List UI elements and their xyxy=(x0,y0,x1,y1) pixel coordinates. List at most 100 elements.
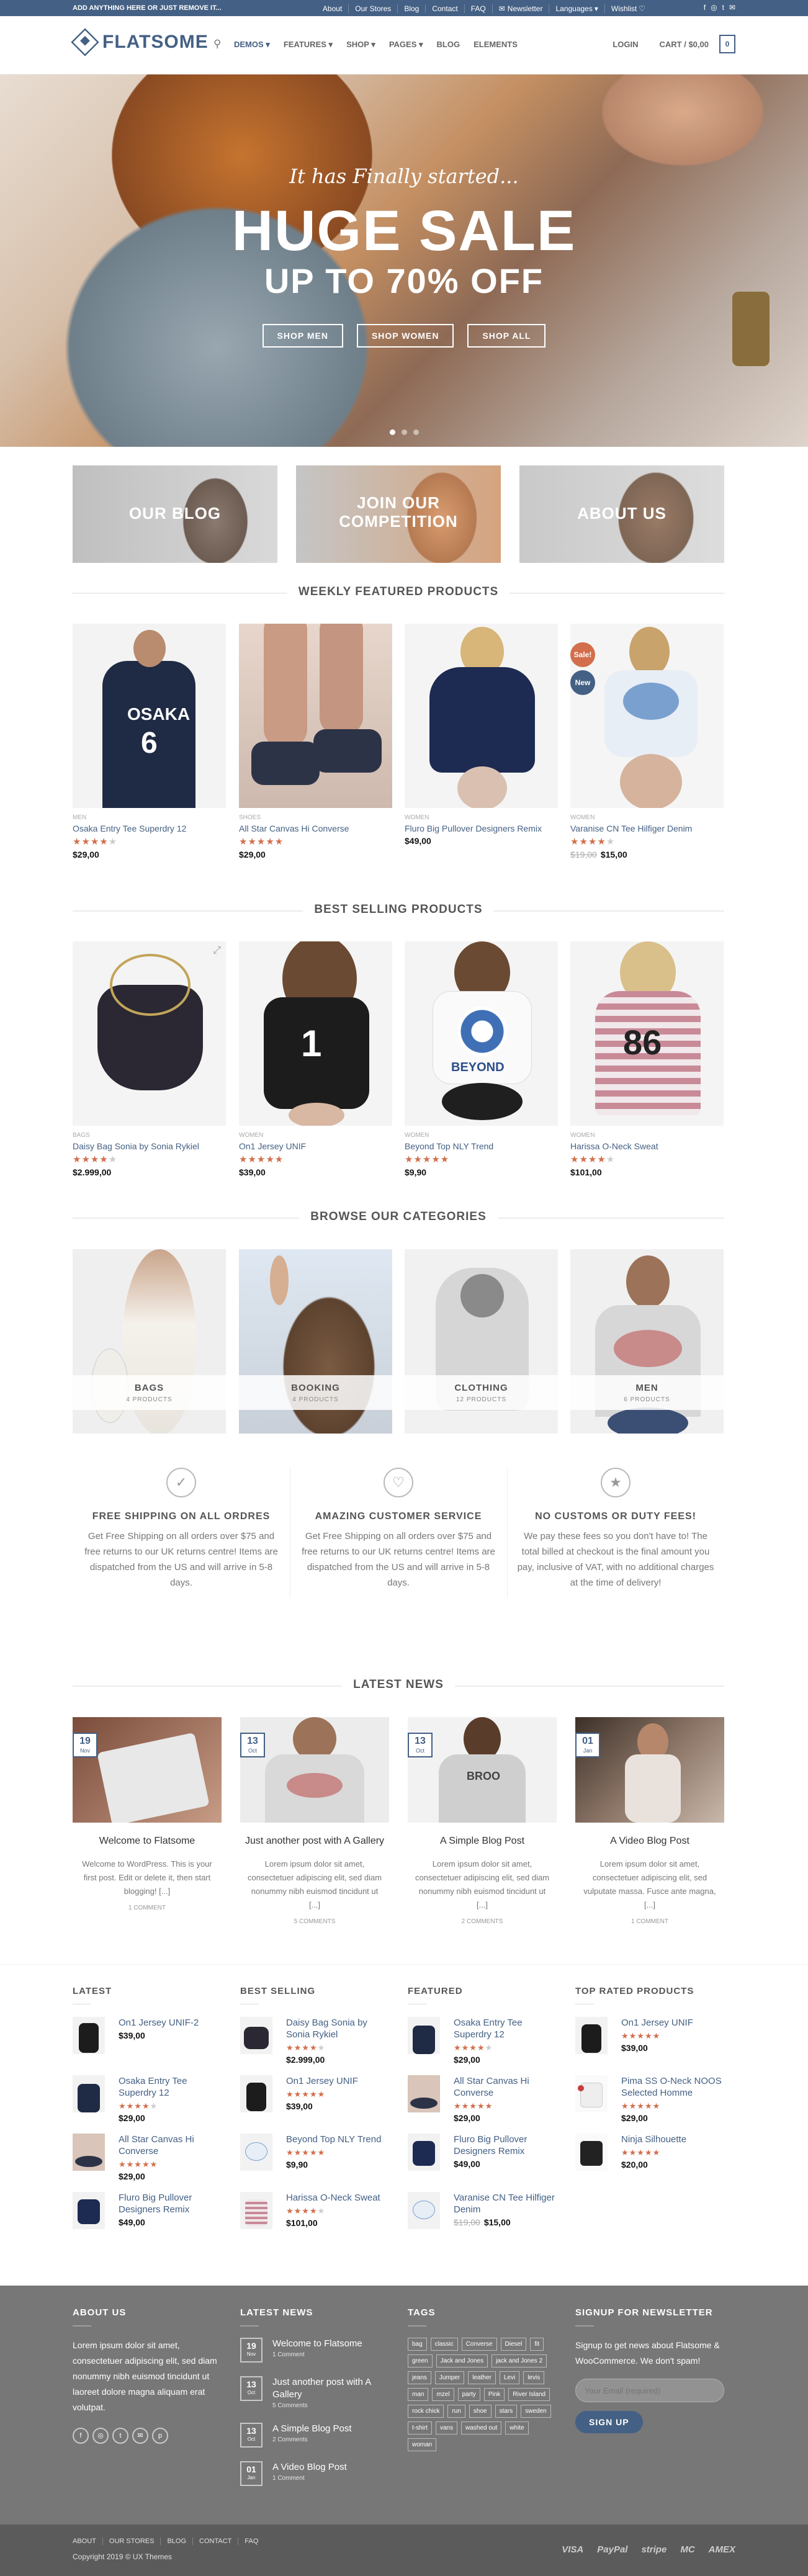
post-image[interactable]: BROO 13 Oct xyxy=(408,1717,557,1823)
facebook-icon[interactable]: f xyxy=(704,3,706,12)
widget-product[interactable]: Osaka Entry Tee Superdry 12 ★★★★★ $29,00 xyxy=(408,2017,557,2065)
product-name[interactable]: Osaka Entry Tee Superdry 12 xyxy=(73,824,226,833)
nav-features[interactable]: FEATURES ▾ xyxy=(284,40,333,50)
nav-elements[interactable]: ELEMENTS xyxy=(474,40,518,50)
product-name[interactable]: Osaka Entry Tee Superdry 12 xyxy=(454,2017,557,2040)
footer-nav-faq[interactable]: FAQ xyxy=(238,2538,264,2545)
shop-women-button[interactable]: SHOP WOMEN xyxy=(356,324,454,348)
banner-about[interactable]: ABOUT US xyxy=(519,465,724,563)
widget-product[interactable]: All Star Canvas Hi Converse ★★★★★ $29,00 xyxy=(408,2075,557,2123)
tag-link[interactable]: Pink xyxy=(483,2388,505,2401)
product-thumb[interactable] xyxy=(240,2075,272,2112)
post-comments[interactable]: 5 COMMENTS xyxy=(240,1918,389,1925)
shop-men-button[interactable]: SHOP MEN xyxy=(262,324,343,348)
product-name[interactable]: Daisy Bag Sonia by Sonia Rykiel xyxy=(73,1141,226,1151)
product-name[interactable]: Ninja Silhouette xyxy=(621,2134,686,2145)
post-title[interactable]: Welcome to Flatsome xyxy=(73,1834,222,1849)
product-thumb[interactable] xyxy=(73,2134,105,2171)
nav-demos[interactable]: DEMOS ▾ xyxy=(234,40,270,50)
post-image[interactable]: 19 Nov xyxy=(73,1717,222,1823)
top-nav-stores[interactable]: Our Stores xyxy=(348,4,397,13)
post-comments[interactable]: 2 COMMENTS xyxy=(408,1918,557,1925)
product-image[interactable]: 1 xyxy=(239,941,392,1126)
tag-link[interactable]: mzel xyxy=(432,2388,454,2401)
product-thumb[interactable] xyxy=(408,2017,440,2054)
product-thumb[interactable] xyxy=(575,2075,608,2112)
widget-product[interactable]: On1 Jersey UNIF ★★★★★ $39,00 xyxy=(240,2075,389,2121)
login-link[interactable]: LOGIN xyxy=(613,40,638,49)
tag-link[interactable]: shoe xyxy=(469,2405,492,2418)
banner-competition[interactable]: JOIN OUR COMPETITION xyxy=(296,465,501,563)
slider-dot[interactable] xyxy=(389,429,395,435)
product-name[interactable]: On1 Jersey UNIF xyxy=(239,1141,392,1151)
tag-link[interactable]: run xyxy=(447,2405,465,2418)
post-image[interactable]: 01 Jan xyxy=(575,1717,724,1823)
post-comments[interactable]: 1 COMMENT xyxy=(575,1918,724,1925)
tag-link[interactable]: washed out xyxy=(461,2421,502,2435)
widget-product[interactable]: Varanise CN Tee Hilfiger Denim $19,00 $15,… xyxy=(408,2192,557,2238)
product-thumb[interactable] xyxy=(240,2192,272,2229)
widget-product[interactable]: Fluro Big Pullover Designers Remix $49,00 xyxy=(408,2134,557,2179)
tag-link[interactable]: leather xyxy=(468,2371,496,2384)
widget-product[interactable]: On1 Jersey UNIF-2 $39,00 xyxy=(73,2017,222,2063)
product-name[interactable]: Harissa O-Neck Sweat xyxy=(570,1141,724,1151)
product-name[interactable]: Daisy Bag Sonia by Sonia Rykiel xyxy=(286,2017,389,2040)
product-thumb[interactable] xyxy=(240,2134,272,2171)
tag-link[interactable]: fit xyxy=(530,2338,544,2351)
product-name[interactable]: All Star Canvas Hi Converse xyxy=(119,2134,222,2157)
post-title[interactable]: Just another post with A Gallery xyxy=(240,1834,389,1849)
product-thumb[interactable] xyxy=(73,2075,105,2112)
product-name[interactable]: Varanise CN Tee Hilfiger Denim xyxy=(570,824,724,833)
product-image[interactable]: 86 xyxy=(570,941,724,1126)
twitter-icon[interactable]: t xyxy=(112,2428,128,2444)
product-thumb[interactable] xyxy=(240,2017,272,2054)
top-nav-wishlist[interactable]: Wishlist ♡ xyxy=(604,4,652,13)
product-thumb[interactable] xyxy=(408,2134,440,2171)
widget-product[interactable]: Osaka Entry Tee Superdry 12 ★★★★★ $29,00 xyxy=(73,2075,222,2123)
footer-news-item[interactable]: 13 Oct A Simple Blog Post 2 Comments xyxy=(240,2423,389,2448)
product-thumb[interactable] xyxy=(73,2192,105,2229)
product-name[interactable]: Harissa O-Neck Sweat xyxy=(286,2192,380,2204)
tag-link[interactable]: man xyxy=(408,2388,429,2401)
tag-link[interactable]: woman xyxy=(408,2438,437,2451)
tag-link[interactable]: rock chick xyxy=(408,2405,444,2418)
tag-link[interactable]: Diesel xyxy=(500,2338,527,2351)
footer-news-item[interactable]: 19 Nov Welcome to Flatsome 1 Comment xyxy=(240,2338,389,2363)
post-title[interactable]: Welcome to Flatsome xyxy=(272,2338,362,2350)
product-name[interactable]: All Star Canvas Hi Converse xyxy=(239,824,392,833)
tag-link[interactable]: jack and Jones 2 xyxy=(492,2354,547,2367)
email-field[interactable] xyxy=(575,2379,724,2402)
product-name[interactable]: Fluro Big Pullover Designers Remix xyxy=(119,2192,222,2215)
slider-dot[interactable] xyxy=(401,429,407,435)
product-image[interactable]: ⤢ xyxy=(73,941,226,1126)
top-nav-about[interactable]: About xyxy=(316,4,348,13)
category-booking[interactable]: BOOKING 4 PRODUCTS xyxy=(239,1249,392,1434)
widget-product[interactable]: All Star Canvas Hi Converse ★★★★★ $29,00 xyxy=(73,2134,222,2181)
banner-blog[interactable]: OUR BLOG xyxy=(73,465,277,563)
product-image[interactable] xyxy=(405,624,558,808)
post-comments[interactable]: 1 COMMENT xyxy=(73,1905,222,1911)
product-card[interactable]: OSAKA 6 MEN Osaka Entry Tee Superdry 12 … xyxy=(73,624,226,859)
post-title[interactable]: A Video Blog Post xyxy=(575,1834,724,1849)
product-name[interactable]: Beyond Top NLY Trend xyxy=(405,1141,558,1151)
widget-product[interactable]: Fluro Big Pullover Designers Remix $49,00 xyxy=(73,2192,222,2238)
product-name[interactable]: On1 Jersey UNIF-2 xyxy=(119,2017,199,2029)
product-name[interactable]: Fluro Big Pullover Designers Remix xyxy=(405,824,558,833)
cart-link[interactable]: CART / $0,00 xyxy=(660,40,709,49)
post-image[interactable]: 13 Oct xyxy=(240,1717,389,1823)
tag-link[interactable]: classic xyxy=(430,2338,458,2351)
tag-link[interactable]: stars xyxy=(495,2405,518,2418)
tag-link[interactable]: River Island xyxy=(508,2388,550,2401)
post-title[interactable]: Just another post with A Gallery xyxy=(272,2376,389,2401)
product-image[interactable]: OSAKA 6 xyxy=(73,624,226,808)
cart-count-badge[interactable]: 0 xyxy=(719,35,735,53)
product-thumb[interactable] xyxy=(575,2134,608,2171)
tag-link[interactable]: bag xyxy=(408,2338,427,2351)
widget-product[interactable]: Pima SS O-Neck NOOS Selected Homme ★★★★★ $… xyxy=(575,2075,724,2123)
product-thumb[interactable] xyxy=(408,2192,440,2229)
tag-link[interactable]: Jumper xyxy=(434,2371,465,2384)
tag-link[interactable]: sweden xyxy=(521,2405,551,2418)
tag-link[interactable]: white xyxy=(505,2421,529,2435)
signup-button[interactable]: SIGN UP xyxy=(575,2411,643,2433)
product-name[interactable]: Pima SS O-Neck NOOS Selected Homme xyxy=(621,2075,724,2099)
